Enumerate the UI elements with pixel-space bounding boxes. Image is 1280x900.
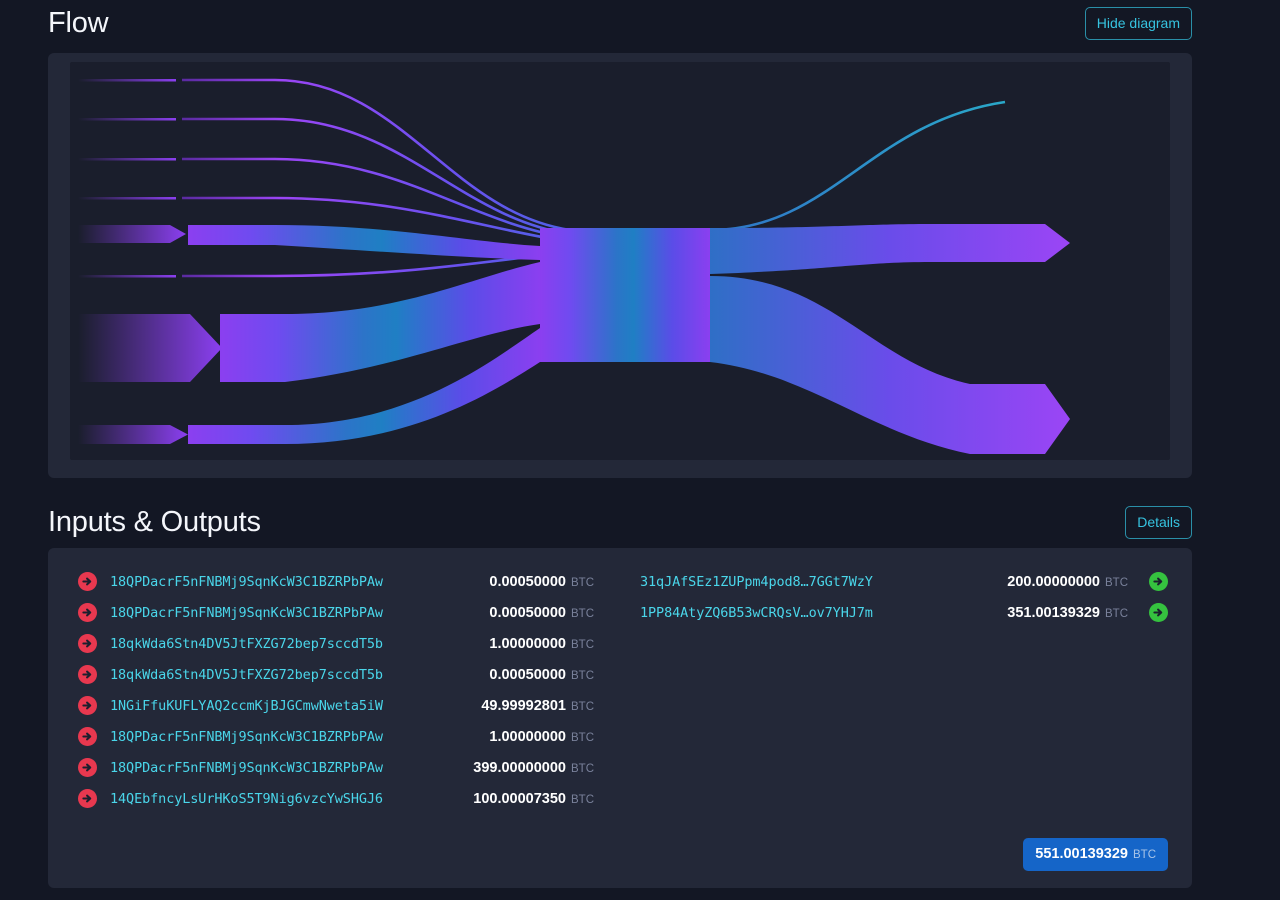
input-address-link[interactable]: 1NGiFfuKUFLYAQ2ccmKjBJGCmwNweta5iW — [110, 698, 383, 714]
output-address-link[interactable]: 31qJAfSEz1ZUPpm4pod8…7GGt7WzY — [640, 574, 873, 590]
amount-unit: BTC — [1105, 577, 1128, 589]
output-row[interactable]: 1PP84AtyZQ6B53wCRQsV…ov7YHJ7m 351.0013932… — [640, 597, 1168, 628]
flow-section-header: Flow Hide diagram — [48, 2, 1192, 44]
arrow-circle-right-icon — [78, 634, 97, 653]
io-grid: 18QPDacrF5nFNBMj9SqnKcW3C1BZRPbPAw 0.0005… — [48, 566, 1192, 814]
sankey-cyan-link — [710, 102, 1005, 230]
transaction-page: Flow Hide diagram — [0, 0, 1280, 900]
input-direction-icon-slot — [78, 603, 108, 622]
io-panel: 18QPDacrF5nFNBMj9SqnKcW3C1BZRPbPAw 0.0005… — [48, 548, 1192, 888]
input-address-link[interactable]: 14QEbfncyLsUrHKoS5T9Nig6vzcYwSHGJ6 — [110, 791, 383, 807]
amount-value: 0.00050000 — [489, 605, 566, 621]
amount-unit: BTC — [1105, 608, 1128, 620]
input-address-link[interactable]: 18QPDacrF5nFNBMj9SqnKcW3C1BZRPbPAw — [110, 605, 383, 621]
sankey-output-bands — [710, 102, 1070, 454]
arrow-circle-right-icon — [78, 727, 97, 746]
amount-unit: BTC — [571, 794, 594, 806]
input-direction-icon-slot — [78, 758, 108, 777]
amount-value: 0.00050000 — [489, 574, 566, 590]
input-row[interactable]: 18qkWda6Stn4DV5JtFXZG72bep7sccdT5b 1.0000… — [78, 628, 608, 659]
amount-value: 0.00050000 — [489, 667, 566, 683]
amount-unit: BTC — [571, 701, 594, 713]
total-amount-badge[interactable]: 551.00139329 BTC — [1023, 838, 1168, 871]
io-section-header: Inputs & Outputs Details — [48, 500, 1192, 544]
amount-unit: BTC — [571, 732, 594, 744]
amount: 399.00000000 BTC — [473, 760, 608, 776]
input-row[interactable]: 1NGiFfuKUFLYAQ2ccmKjBJGCmwNweta5iW 49.999… — [78, 690, 608, 721]
flow-diagram-panel — [48, 53, 1192, 478]
flow-title: Flow — [48, 6, 108, 40]
input-address-link[interactable]: 18QPDacrF5nFNBMj9SqnKcW3C1BZRPbPAw — [110, 574, 383, 590]
input-row[interactable]: 18QPDacrF5nFNBMj9SqnKcW3C1BZRPbPAw 0.0005… — [78, 597, 608, 628]
input-address-link[interactable]: 18QPDacrF5nFNBMj9SqnKcW3C1BZRPbPAw — [110, 760, 383, 776]
sankey-trunk — [540, 228, 710, 362]
output-address-link[interactable]: 1PP84AtyZQ6B53wCRQsV…ov7YHJ7m — [640, 605, 873, 621]
amount: 49.99992801 BTC — [481, 698, 608, 714]
input-direction-icon-slot — [78, 789, 108, 808]
amount: 0.00050000 BTC — [489, 574, 608, 590]
total-amount-value: 551.00139329 — [1035, 846, 1128, 862]
input-row[interactable]: 18QPDacrF5nFNBMj9SqnKcW3C1BZRPbPAw 1.0000… — [78, 721, 608, 752]
arrow-circle-right-icon — [78, 758, 97, 777]
input-address-link[interactable]: 18QPDacrF5nFNBMj9SqnKcW3C1BZRPbPAw — [110, 729, 383, 745]
arrow-circle-right-icon — [78, 603, 97, 622]
arrow-circle-right-icon — [78, 665, 97, 684]
output-direction-icon-slot — [1138, 572, 1168, 591]
input-row[interactable]: 14QEbfncyLsUrHKoS5T9Nig6vzcYwSHGJ6 100.00… — [78, 783, 608, 814]
amount-value: 49.99992801 — [481, 698, 566, 714]
input-address-link[interactable]: 18qkWda6Stn4DV5JtFXZG72bep7sccdT5b — [110, 636, 383, 652]
amount: 0.00050000 BTC — [489, 605, 608, 621]
arrow-circle-right-icon — [78, 696, 97, 715]
output-direction-icon-slot — [1138, 603, 1168, 622]
inputs-column: 18QPDacrF5nFNBMj9SqnKcW3C1BZRPbPAw 0.0005… — [48, 566, 608, 814]
amount-value: 1.00000000 — [489, 636, 566, 652]
amount-value: 200.00000000 — [1007, 574, 1100, 590]
amount-unit: BTC — [571, 577, 594, 589]
amount: 0.00050000 BTC — [489, 667, 608, 683]
amount-unit: BTC — [571, 639, 594, 651]
details-button[interactable]: Details — [1125, 506, 1192, 539]
amount: 1.00000000 BTC — [489, 636, 608, 652]
outputs-column: 31qJAfSEz1ZUPpm4pod8…7GGt7WzY 200.0000000… — [608, 566, 1168, 814]
amount-value: 399.00000000 — [473, 760, 566, 776]
sankey-diagram[interactable] — [70, 62, 1170, 460]
input-row[interactable]: 18qkWda6Stn4DV5JtFXZG72bep7sccdT5b 0.0005… — [78, 659, 608, 690]
arrow-circle-right-icon — [1149, 572, 1168, 591]
amount: 200.00000000 BTC — [1007, 574, 1138, 590]
input-row[interactable]: 18QPDacrF5nFNBMj9SqnKcW3C1BZRPbPAw 0.0005… — [78, 566, 608, 597]
input-direction-icon-slot — [78, 665, 108, 684]
input-direction-icon-slot — [78, 727, 108, 746]
sankey-input-arrows — [78, 225, 222, 444]
hide-diagram-button[interactable]: Hide diagram — [1085, 7, 1192, 40]
amount-unit: BTC — [571, 608, 594, 620]
input-direction-icon-slot — [78, 696, 108, 715]
input-address-link[interactable]: 18qkWda6Stn4DV5JtFXZG72bep7sccdT5b — [110, 667, 383, 683]
amount: 351.00139329 BTC — [1007, 605, 1138, 621]
io-title: Inputs & Outputs — [48, 505, 261, 539]
sankey-svg — [70, 62, 1170, 460]
total-amount-unit: BTC — [1133, 849, 1156, 861]
arrow-circle-right-icon — [78, 789, 97, 808]
amount-value: 100.00007350 — [473, 791, 566, 807]
input-direction-icon-slot — [78, 634, 108, 653]
output-row[interactable]: 31qJAfSEz1ZUPpm4pod8…7GGt7WzY 200.0000000… — [640, 566, 1168, 597]
sankey-input-bands — [188, 225, 540, 444]
amount: 1.00000000 BTC — [489, 729, 608, 745]
amount-unit: BTC — [571, 670, 594, 682]
amount-value: 1.00000000 — [489, 729, 566, 745]
input-direction-icon-slot — [78, 572, 108, 591]
arrow-circle-right-icon — [1149, 603, 1168, 622]
amount: 100.00007350 BTC — [473, 791, 608, 807]
amount-unit: BTC — [571, 763, 594, 775]
input-row[interactable]: 18QPDacrF5nFNBMj9SqnKcW3C1BZRPbPAw 399.00… — [78, 752, 608, 783]
arrow-circle-right-icon — [78, 572, 97, 591]
sankey-input-hairlines — [78, 79, 176, 278]
amount-value: 351.00139329 — [1007, 605, 1100, 621]
